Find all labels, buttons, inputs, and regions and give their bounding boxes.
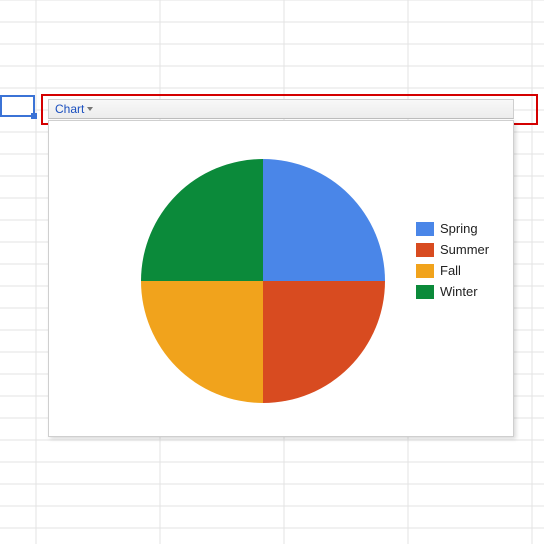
pie-chart (141, 159, 385, 403)
legend-item: Fall (416, 263, 489, 278)
legend-swatch (416, 222, 434, 236)
legend-label: Spring (440, 221, 478, 236)
legend-swatch (416, 264, 434, 278)
legend-label: Winter (440, 284, 478, 299)
legend-item: Spring (416, 221, 489, 236)
legend-item: Summer (416, 242, 489, 257)
chart-legend: Spring Summer Fall Winter (416, 221, 489, 299)
pie-slice (263, 281, 385, 403)
legend-swatch (416, 285, 434, 299)
pie-slice (141, 281, 263, 403)
chart-menu-label: Chart (55, 102, 84, 116)
cell-fill-handle[interactable] (31, 113, 37, 119)
chart-toolbar[interactable]: Chart (48, 99, 514, 119)
active-cell[interactable] (0, 95, 35, 117)
chart-panel[interactable]: Spring Summer Fall Winter (48, 120, 514, 437)
legend-item: Winter (416, 284, 489, 299)
chevron-down-icon (87, 107, 93, 111)
legend-label: Summer (440, 242, 489, 257)
pie-slice (141, 159, 263, 281)
legend-swatch (416, 243, 434, 257)
pie-slice (263, 159, 385, 281)
legend-label: Fall (440, 263, 461, 278)
